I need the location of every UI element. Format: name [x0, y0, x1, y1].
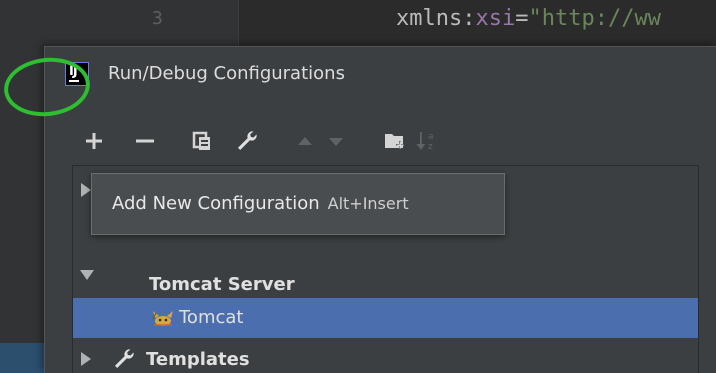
arrow-down-icon: [329, 138, 343, 146]
code-value: "http://ww: [528, 6, 661, 31]
svg-text:a: a: [428, 132, 434, 142]
line-number: 3: [152, 8, 163, 29]
code-line[interactable]: xmlns:xsi="http://ww: [396, 6, 661, 31]
add-configuration-button[interactable]: [80, 127, 108, 155]
tree-row-tomcat[interactable]: Tomcat: [73, 298, 698, 338]
tooltip-shortcut: Alt+Insert: [327, 194, 409, 213]
move-down-button[interactable]: [322, 127, 350, 155]
side-panel-strip: [0, 343, 44, 373]
tree-label-tomcat-server: Tomcat Server: [149, 274, 295, 295]
dialog-title-bar[interactable]: IJ Run/Debug Configurations: [45, 47, 716, 103]
arrow-up-icon: [298, 137, 312, 145]
tree-label-tomcat: Tomcat: [179, 307, 244, 328]
new-folder-button[interactable]: [381, 127, 409, 155]
configurations-toolbar: a z: [45, 119, 716, 163]
expand-arrow-icon[interactable]: [81, 352, 91, 366]
tooltip-label: Add New Configuration: [112, 193, 320, 214]
copy-configuration-button[interactable]: [188, 127, 216, 155]
tooltip-text: Add New Configuration Alt+Insert: [112, 193, 409, 214]
svg-text:z: z: [428, 142, 433, 152]
tree-label-templates: Templates: [146, 349, 250, 370]
remove-configuration-button[interactable]: [131, 127, 159, 155]
wrench-icon: [238, 131, 257, 150]
copy-icon: [192, 131, 210, 150]
tomcat-icon: [152, 311, 173, 326]
add-configuration-tooltip: Add New Configuration Alt+Insert: [91, 173, 505, 235]
minus-icon: [136, 139, 154, 143]
sort-button[interactable]: a z: [413, 127, 441, 155]
sort-alphabetically-icon: a z: [416, 132, 434, 152]
edit-defaults-button[interactable]: [233, 127, 261, 155]
expand-arrow-icon[interactable]: [81, 183, 91, 197]
dialog-title: Run/Debug Configurations: [108, 63, 345, 84]
wrench-icon: [115, 349, 134, 368]
folder-plus-icon: [385, 134, 404, 149]
collapse-arrow-icon[interactable]: [80, 270, 94, 280]
move-up-button[interactable]: [291, 127, 319, 155]
code-namespace: xmlns:: [396, 6, 476, 31]
tree-row-templates[interactable]: Templates: [73, 339, 698, 373]
code-equals: =: [515, 6, 529, 31]
code-attribute: xsi: [475, 6, 516, 31]
screen: 3 xmlns:xsi="http://ww IJ Run/Debug Conf…: [0, 0, 716, 373]
plus-icon: [86, 133, 102, 149]
